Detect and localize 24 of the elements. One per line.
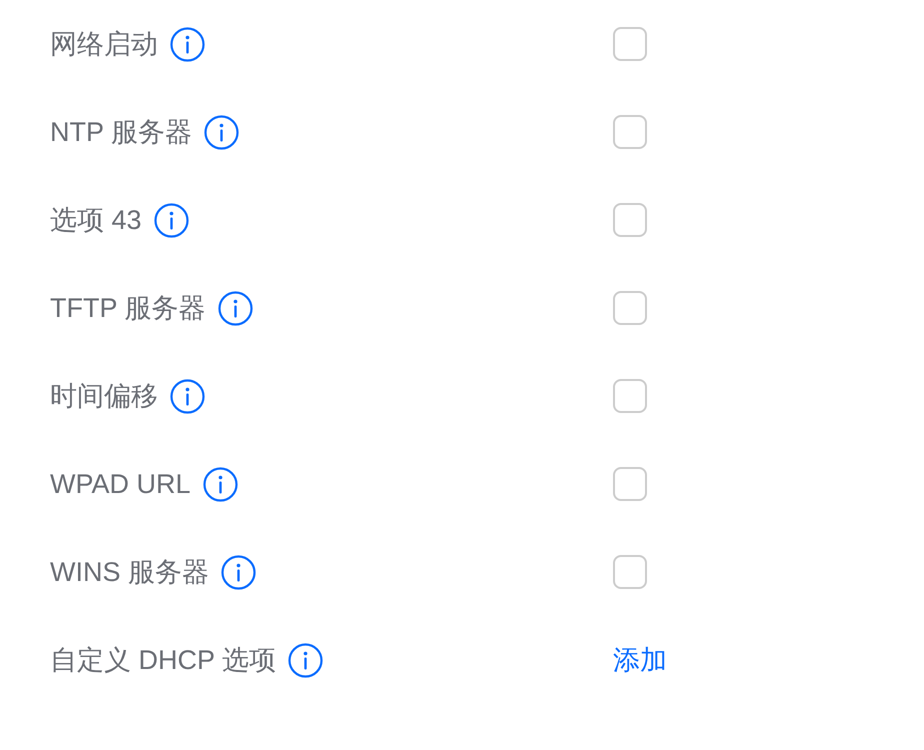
option-label: 选项 43: [50, 204, 142, 237]
info-icon[interactable]: [221, 554, 256, 590]
option-label: NTP 服务器: [50, 116, 192, 149]
info-icon[interactable]: [218, 290, 253, 326]
option-checkbox[interactable]: [613, 467, 647, 501]
add-link[interactable]: 添加: [613, 640, 667, 680]
info-icon[interactable]: [204, 114, 240, 150]
option-checkbox[interactable]: [613, 115, 647, 149]
info-icon[interactable]: [288, 642, 324, 678]
option-checkbox[interactable]: [613, 555, 647, 589]
option-label: WPAD URL: [50, 468, 191, 501]
option-label: 时间偏移: [50, 380, 158, 413]
option-label: 自定义 DHCP 选项: [50, 644, 276, 677]
option-checkbox[interactable]: [613, 27, 647, 61]
info-icon[interactable]: [170, 378, 205, 414]
option-checkbox[interactable]: [613, 291, 647, 325]
option-label: TFTP 服务器: [50, 292, 206, 325]
option-checkbox[interactable]: [613, 203, 647, 237]
option-label: WINS 服务器: [50, 556, 209, 589]
info-icon[interactable]: [154, 202, 189, 238]
option-label: 网络启动: [50, 28, 158, 61]
info-icon[interactable]: [170, 26, 205, 62]
info-icon[interactable]: [202, 466, 238, 502]
option-checkbox[interactable]: [613, 379, 647, 413]
